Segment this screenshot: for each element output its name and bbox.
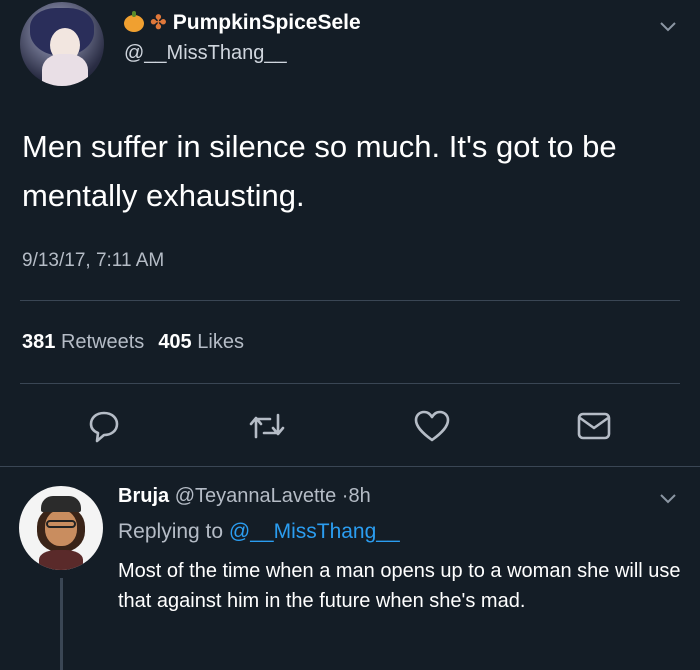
chevron-down-icon[interactable] (658, 16, 678, 36)
replying-label: Replying to (118, 520, 224, 543)
reply-text: Most of the time when a man opens up to … (118, 560, 681, 612)
mention-link[interactable]: @__MissThang__ (229, 520, 400, 543)
reply-time: 8h (348, 485, 371, 507)
divider (20, 300, 680, 301)
avatar[interactable] (20, 2, 104, 86)
tweet-stats: 381 Retweets 405 Likes (22, 331, 244, 354)
share-icon[interactable] (576, 410, 612, 442)
reply-author[interactable]: Bruja @TeyannaLavette ·8h (118, 485, 371, 508)
pumpkin-emoji-icon (124, 10, 144, 32)
divider (20, 383, 680, 384)
replying-to: Replying to @__MissThang__ (118, 520, 400, 544)
reply-handle: @TeyannaLavette (174, 485, 337, 507)
tweet-text: Men suffer in silence so much. It's got … (22, 129, 617, 213)
tweet-timestamp[interactable]: 9/13/17, 7:11 AM (22, 250, 164, 272)
reply-display-name: Bruja (118, 485, 170, 507)
user-handle[interactable]: @__MissThang__ (124, 42, 287, 65)
heart-icon[interactable] (413, 409, 451, 443)
reply-avatar[interactable] (19, 486, 103, 570)
display-name: PumpkinSpiceSele (172, 11, 361, 34)
retweet-icon[interactable] (247, 411, 287, 441)
likes-stat[interactable]: 405 Likes (158, 331, 244, 354)
thread-line (60, 578, 63, 670)
tweet-author[interactable]: ✤ PumpkinSpiceSele (124, 8, 361, 38)
divider (0, 466, 700, 467)
maple-leaf-emoji-icon: ✤ (150, 12, 167, 34)
reply-icon[interactable] (86, 408, 122, 444)
retweets-stat[interactable]: 381 Retweets (22, 331, 144, 354)
chevron-down-icon[interactable] (658, 488, 678, 508)
